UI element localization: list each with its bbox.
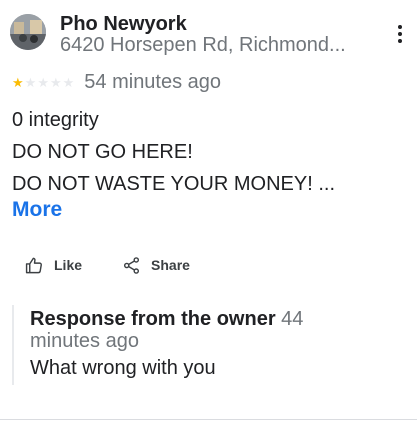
response-label: Response from the owner (30, 308, 276, 330)
review-time: 54 minutes ago (84, 70, 222, 93)
review-line: DO NOT WASTE YOUR MONEY! ... (12, 173, 335, 195)
review-header: Pho Newyork 6420 Horsepen Rd, Richmond..… (10, 12, 410, 56)
review-line: 0 integrity (12, 109, 99, 131)
like-button[interactable]: Like (25, 256, 82, 275)
review-text: 0 integrity DO NOT GO HERE! DO NOT WASTE… (12, 104, 407, 200)
star-empty-icon: ★ (24, 74, 37, 90)
place-name[interactable]: Pho Newyork (60, 13, 187, 35)
response-text: What wrong with you (30, 357, 216, 379)
response-heading: Response from the owner 44 minutes ago (30, 308, 350, 352)
star-empty-icon: ★ (49, 74, 62, 90)
star-empty-icon: ★ (37, 74, 49, 90)
place-address: 6420 Horsepen Rd, Richmond... (60, 34, 346, 56)
star-rating: ★ ★ ★ ★ ★ (12, 76, 74, 89)
share-icon (123, 256, 140, 274)
avatar-photo (10, 14, 46, 50)
more-options-icon[interactable] (392, 24, 408, 44)
more-link[interactable]: More (12, 198, 62, 222)
avatar[interactable] (10, 14, 46, 50)
review-line: DO NOT GO HERE! (12, 141, 193, 163)
rating-row: ★ ★ ★ ★ ★ 54 minutes ago (12, 70, 221, 94)
share-label: Share (151, 257, 190, 273)
owner-response: Response from the owner 44 minutes ago W… (12, 305, 352, 385)
review-actions: Like Share (25, 254, 190, 276)
response-indent-bar (12, 305, 14, 385)
star-filled-icon: ★ (12, 74, 24, 90)
star-empty-icon: ★ (62, 74, 75, 90)
share-button[interactable]: Share (122, 256, 190, 275)
thumb-up-icon (25, 257, 42, 273)
like-label: Like (54, 257, 83, 273)
divider (0, 419, 417, 420)
